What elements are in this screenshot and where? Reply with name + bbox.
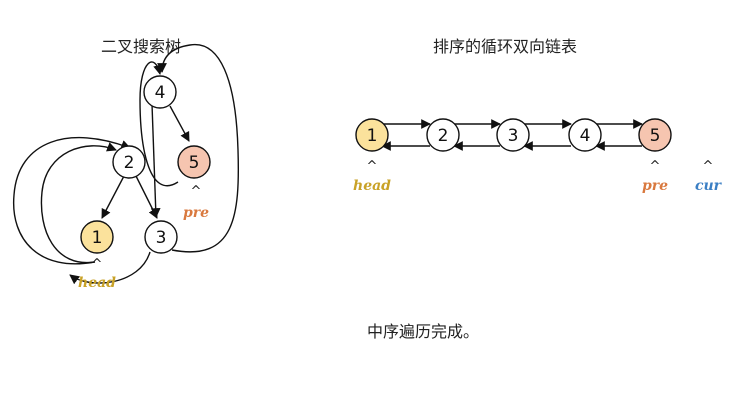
- list-node-3: 3: [496, 118, 530, 152]
- svg-text:1: 1: [367, 126, 378, 146]
- list-head-label: head: [353, 178, 391, 194]
- edge-2-3: [135, 175, 158, 219]
- list-cur-label: cur: [695, 178, 723, 194]
- tree-node-4: 4: [143, 75, 177, 109]
- loop-1-2-outer: [13, 136, 131, 265]
- svg-text:3: 3: [156, 228, 167, 248]
- list-node-1: 1: [355, 118, 389, 152]
- svg-text:1: 1: [92, 228, 103, 248]
- tree-pre-label: pre: [183, 205, 209, 221]
- list-node-2: 2: [426, 118, 460, 152]
- tree-head-label: head: [78, 275, 116, 291]
- edge-4-3: [150, 103, 161, 218]
- svg-text:5: 5: [189, 153, 200, 173]
- svg-text:2: 2: [124, 153, 135, 173]
- tree-nodes: 4 2 5 1 3: [80, 75, 211, 254]
- tree-node-1: 1: [80, 220, 114, 254]
- tree-node-2: 2: [112, 145, 146, 179]
- list-node-5: 5: [638, 118, 672, 152]
- tree-node-3: 3: [144, 220, 178, 254]
- svg-text:3: 3: [508, 126, 519, 146]
- list-head-caret: ^: [367, 159, 378, 174]
- svg-text:5: 5: [650, 126, 661, 146]
- list-node-4: 4: [568, 118, 602, 152]
- svg-text:4: 4: [580, 126, 591, 146]
- edge-2-1: [101, 175, 125, 219]
- diagram-canvas: 4 2 5 1 3 ^ pre ^ head 1 2 3 4 5 ^ head …: [13, 43, 723, 291]
- tree-pre-caret: ^: [191, 184, 202, 199]
- list-cur-caret: ^: [703, 159, 714, 174]
- list-pre-caret: ^: [650, 159, 661, 174]
- tree-head-caret: ^: [92, 257, 103, 272]
- tree-node-5: 5: [177, 145, 211, 179]
- edge-4-5: [169, 105, 190, 142]
- svg-text:4: 4: [155, 83, 166, 103]
- svg-text:2: 2: [438, 126, 449, 146]
- list-pre-label: pre: [642, 178, 668, 194]
